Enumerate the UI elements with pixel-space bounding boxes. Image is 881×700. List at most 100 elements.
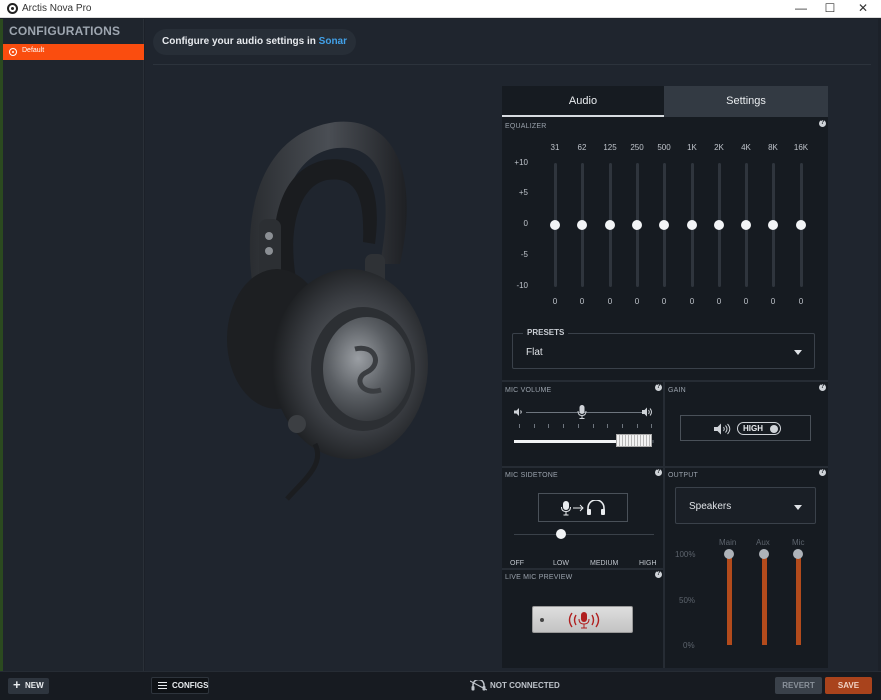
mic-volume-label: MIC VOLUME <box>505 387 552 394</box>
tab-audio[interactable]: Audio <box>502 86 664 117</box>
maximize-button[interactable]: ☐ <box>813 0 847 18</box>
gain-value: HIGH <box>743 424 763 433</box>
microphone-icon[interactable] <box>577 405 587 419</box>
divider <box>502 568 663 570</box>
gain-help-icon[interactable]: ? <box>819 384 826 391</box>
sidetone-slider[interactable] <box>514 534 654 535</box>
eq-frequency-label: 2K <box>714 143 724 152</box>
title-bar: Arctis Nova Pro — ☐ ✕ <box>0 0 881 18</box>
eq-band-handle[interactable] <box>741 220 751 230</box>
close-button[interactable]: ✕ <box>846 0 880 18</box>
radio-selected-icon <box>9 48 17 56</box>
mixer-handle-mic[interactable] <box>793 549 803 559</box>
mixer-label-mic: Mic <box>792 538 805 547</box>
eq-band-handle[interactable] <box>768 220 778 230</box>
volume-tick <box>593 424 594 428</box>
mic-to-headphones-icon <box>561 500 605 516</box>
configurations-sidebar: CONFIGURATIONS Default <box>3 19 144 671</box>
eq-band-handle[interactable] <box>577 220 587 230</box>
sidetone-option-medium[interactable]: MEDIUM <box>590 560 618 567</box>
live-mic-preview-help-icon[interactable]: ? <box>655 571 662 578</box>
mixer-handle-main[interactable] <box>724 549 734 559</box>
revert-button[interactable]: REVERT <box>775 677 822 694</box>
eq-band-handle[interactable] <box>659 220 669 230</box>
eq-band-handle[interactable] <box>796 220 806 230</box>
divider <box>502 380 828 382</box>
mixer-scale-label: 50% <box>679 596 696 605</box>
mic-sidetone-help-icon[interactable]: ? <box>655 469 662 476</box>
eq-frequency-label: 1K <box>687 143 697 152</box>
presets-dropdown[interactable]: PRESETS Flat <box>512 328 815 369</box>
mixer-slider-main[interactable] <box>727 555 732 645</box>
eq-frequency-label: 500 <box>657 143 671 152</box>
divider <box>153 64 871 65</box>
headphones-image <box>227 121 428 501</box>
eq-band-handle[interactable] <box>605 220 615 230</box>
live-mic-preview-button[interactable] <box>532 606 633 633</box>
sidetone-indicator <box>538 493 628 522</box>
configs-button[interactable]: CONFIGS <box>151 677 209 694</box>
sidetone-option-off[interactable]: OFF <box>510 560 524 567</box>
eq-frequency-label: 62 <box>577 143 587 152</box>
config-item-label: Default <box>22 47 45 54</box>
volume-tick <box>563 424 564 428</box>
output-help-icon[interactable]: ? <box>819 469 826 476</box>
volume-tick <box>637 424 638 428</box>
mixer-label-aux: Aux <box>756 538 770 547</box>
mixer-scale-label: 0% <box>683 641 695 650</box>
toggle-knob-icon <box>770 425 778 433</box>
mixer-handle-aux[interactable] <box>759 549 769 559</box>
presets-label: PRESETS <box>523 328 569 337</box>
mic-sidetone-label: MIC SIDETONE <box>505 472 558 479</box>
volume-tick <box>651 424 652 428</box>
eq-band-value: 0 <box>743 297 749 306</box>
volume-low-icon <box>514 408 522 416</box>
gain-toggle[interactable]: HIGH <box>737 422 781 435</box>
microphone-broadcast-icon <box>568 612 600 629</box>
save-button[interactable]: SAVE <box>825 677 872 694</box>
mixer-slider-aux[interactable] <box>762 555 767 645</box>
eq-frequency-label: 16K <box>793 143 809 152</box>
sidetone-option-high[interactable]: HIGH <box>639 560 657 567</box>
output-dropdown[interactable]: Speakers <box>675 487 816 524</box>
eq-band-handle[interactable] <box>550 220 560 230</box>
eq-frequency-label: 125 <box>603 143 617 152</box>
mixer-slider-mic[interactable] <box>796 555 801 645</box>
tab-settings[interactable]: Settings <box>664 86 828 117</box>
status-dot-icon <box>540 618 544 622</box>
eq-frequency-label: 8K <box>768 143 778 152</box>
sidebar-title: CONFIGURATIONS <box>9 24 121 38</box>
speaker-icon <box>714 423 731 435</box>
mic-level-meter <box>616 434 652 447</box>
audio-settings-panel: Audio Settings EQUALIZER ? 31 62 125 250 500… <box>502 86 828 668</box>
eq-band-value: 0 <box>798 297 804 306</box>
mic-volume-help-icon[interactable]: ? <box>655 384 662 391</box>
steelseries-logo-icon <box>7 3 18 14</box>
volume-tick <box>607 424 608 428</box>
volume-tick <box>519 424 520 428</box>
eq-db-label: -10 <box>516 281 528 290</box>
gain-control: HIGH <box>680 415 811 441</box>
chevron-down-icon <box>794 505 802 510</box>
eq-frequency-label: 31 <box>550 143 560 152</box>
volume-tick <box>622 424 623 428</box>
footer-bar: NEW CONFIGS NOT CONNECTED REVERT SAVE <box>0 671 881 700</box>
eq-band-handle[interactable] <box>714 220 724 230</box>
sidetone-option-low[interactable]: LOW <box>553 560 569 567</box>
presets-value: Flat <box>526 347 543 358</box>
sonar-link[interactable]: Sonar <box>319 36 347 47</box>
output-value: Speakers <box>689 501 732 512</box>
window-title: Arctis Nova Pro <box>22 3 92 14</box>
sidetone-slider-handle[interactable] <box>556 529 566 539</box>
sonar-banner: Configure your audio settings in Sonar <box>153 29 357 55</box>
eq-band-handle[interactable] <box>632 220 642 230</box>
divider <box>663 382 665 668</box>
eq-band-handle[interactable] <box>687 220 697 230</box>
eq-band-value: 0 <box>634 297 640 306</box>
chevron-down-icon <box>794 350 802 355</box>
equalizer-label: EQUALIZER <box>505 123 547 130</box>
equalizer-help-icon[interactable]: ? <box>819 120 826 127</box>
config-item-default[interactable]: Default <box>3 44 144 60</box>
eq-band-value: 0 <box>579 297 585 306</box>
new-config-button[interactable]: NEW <box>8 677 49 694</box>
